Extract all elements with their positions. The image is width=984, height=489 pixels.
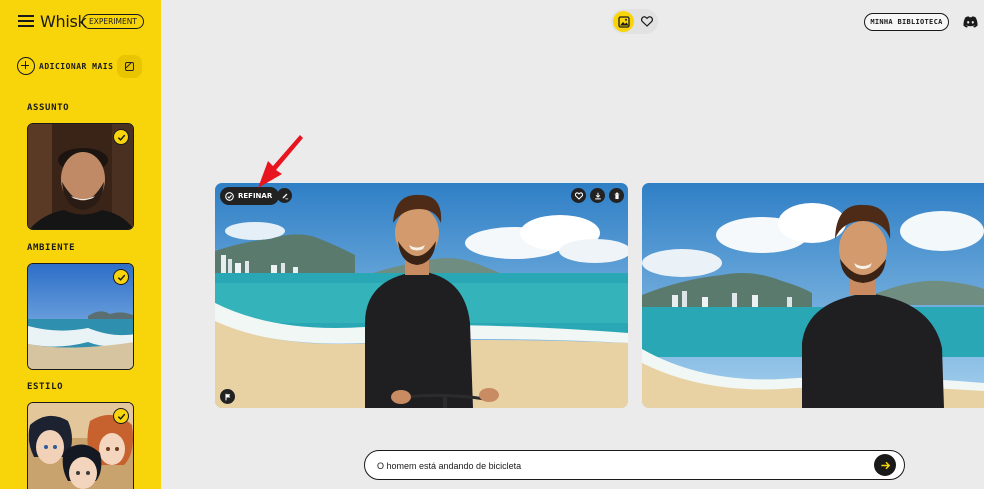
- flag-icon: [224, 393, 230, 400]
- shuffle-icon: [125, 62, 134, 71]
- experiment-badge: EXPERIMENT: [82, 14, 144, 29]
- view-toggle: [611, 9, 658, 34]
- result-image-2[interactable]: [642, 183, 984, 408]
- report-button[interactable]: [220, 389, 235, 404]
- annotation-arrow-icon: [258, 135, 303, 188]
- shuffle-button[interactable]: [117, 55, 142, 78]
- section-label-style: ESTILO: [27, 382, 64, 392]
- discord-icon[interactable]: [963, 15, 978, 33]
- result-image-1[interactable]: REFINAR: [215, 183, 628, 408]
- favorites-tab[interactable]: [637, 11, 656, 32]
- result-image-1-art: [215, 183, 628, 408]
- heart-icon: [574, 191, 583, 200]
- prompt-bar: [364, 450, 905, 480]
- heart-icon: [640, 16, 653, 27]
- section-label-scene: AMBIENTE: [27, 243, 76, 253]
- download-button[interactable]: [590, 188, 605, 203]
- menu-icon[interactable]: [18, 13, 34, 29]
- scene-selected-check-icon: [113, 269, 129, 285]
- download-icon: [594, 192, 601, 199]
- refine-label: REFINAR: [238, 192, 273, 200]
- favorite-button[interactable]: [571, 188, 586, 203]
- result-image-2-art: [642, 183, 984, 408]
- images-tab[interactable]: [613, 11, 634, 32]
- edit-icon: [282, 193, 288, 199]
- app-title: Whisk: [40, 12, 87, 31]
- plus-circle-icon: [17, 57, 35, 75]
- subject-selected-check-icon: [113, 129, 129, 145]
- prompt-input[interactable]: [377, 458, 857, 473]
- generate-button[interactable]: [874, 454, 896, 476]
- my-library-button[interactable]: MINHA BIBLIOTECA: [864, 13, 949, 31]
- style-selected-check-icon: [113, 408, 129, 424]
- delete-icon: [614, 192, 619, 199]
- arrow-right-icon: [880, 461, 890, 469]
- check-circle-icon: [225, 191, 234, 201]
- section-label-subject: ASSUNTO: [27, 103, 70, 113]
- add-more-button[interactable]: ADICIONAR MAIS: [17, 57, 113, 75]
- images-icon: [617, 15, 630, 28]
- delete-button[interactable]: [609, 188, 624, 203]
- sidebar: Whisk EXPERIMENT ADICIONAR MAIS ASSUNTO …: [0, 0, 161, 489]
- add-more-label: ADICIONAR MAIS: [39, 61, 114, 71]
